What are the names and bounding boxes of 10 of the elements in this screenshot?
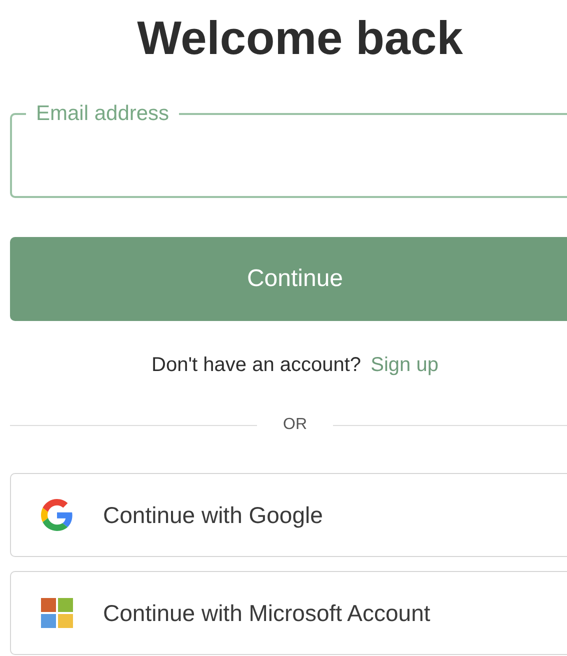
social-login-button[interactable]: Continue with Microsoft Account [10, 571, 567, 655]
or-divider-label: OR [283, 415, 307, 435]
windows-logo-icon [41, 598, 73, 628]
signup-prompt: Don't have an account? Sign up [152, 353, 438, 378]
sign-up-link[interactable]: Sign up [370, 354, 438, 376]
continue-button[interactable]: Continue [10, 237, 567, 321]
google-logo-icon [41, 499, 73, 531]
email-field-label: Email address [35, 101, 170, 127]
page-title: Welcome back [137, 14, 463, 61]
social-login-button[interactable]: Continue with Google [10, 473, 567, 557]
